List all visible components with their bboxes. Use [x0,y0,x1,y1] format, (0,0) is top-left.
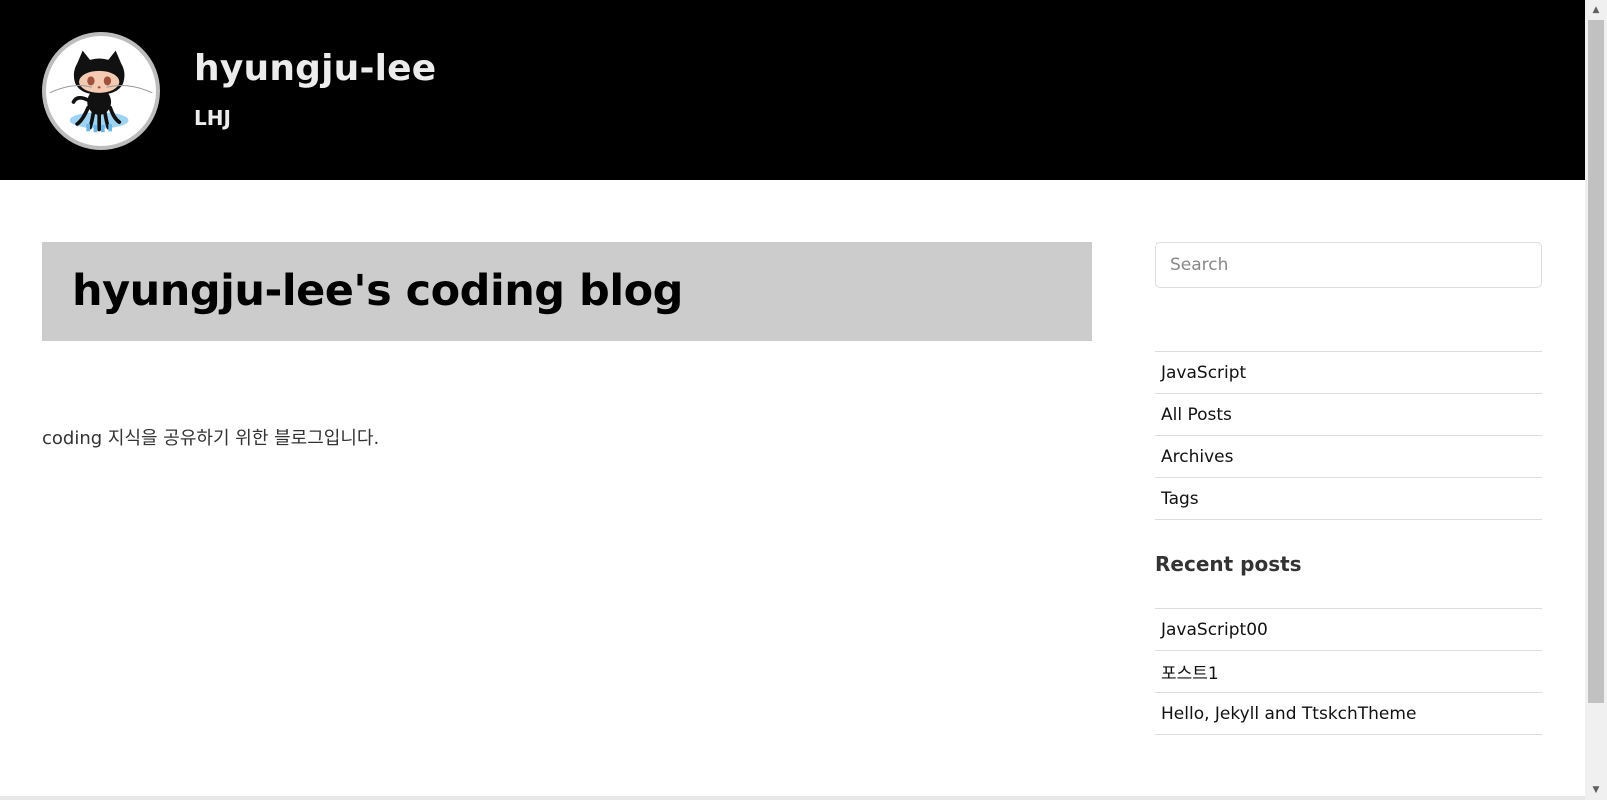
scroll-down-arrow-icon[interactable]: ▼ [1585,780,1607,800]
recent-post-item[interactable]: 포스트1 [1155,650,1542,692]
site-title-link[interactable]: hyungju-lee [194,48,436,89]
recent-posts-heading: Recent posts [1155,552,1302,576]
scroll-up-arrow-icon[interactable]: ▲ [1585,0,1607,20]
page-title: hyungju-lee's coding blog [72,266,683,316]
recent-post-item[interactable]: Hello, Jekyll and TtskchTheme [1155,692,1542,735]
vertical-scrollbar[interactable]: ▲ ▼ [1585,0,1607,800]
sidebar-item-archives[interactable]: Archives [1155,435,1542,477]
browser-viewport: hyungju-lee LHJ hyungju-lee's coding blo… [0,0,1607,800]
page-banner: hyungju-lee's coding blog [42,242,1092,341]
scrollbar-thumb[interactable] [1588,20,1604,703]
window-bottom-edge [0,796,1585,800]
site-subtitle: LHJ [194,106,231,130]
sidebar-item-tags[interactable]: Tags [1155,477,1542,520]
sidebar-item-javascript[interactable]: JavaScript [1155,351,1542,393]
sidebar-item-all-posts[interactable]: All Posts [1155,393,1542,435]
search-input[interactable] [1155,242,1542,288]
recent-posts-list: JavaScript00 포스트1 Hello, Jekyll and Ttsk… [1155,608,1542,735]
avatar[interactable] [42,32,160,150]
site-header: hyungju-lee LHJ [0,0,1585,180]
octocat-icon [49,50,153,133]
recent-post-item[interactable]: JavaScript00 [1155,608,1542,650]
sidebar-menu: JavaScript All Posts Archives Tags [1155,351,1542,520]
intro-text: coding 지식을 공유하기 위한 블로그입니다. [42,428,380,449]
